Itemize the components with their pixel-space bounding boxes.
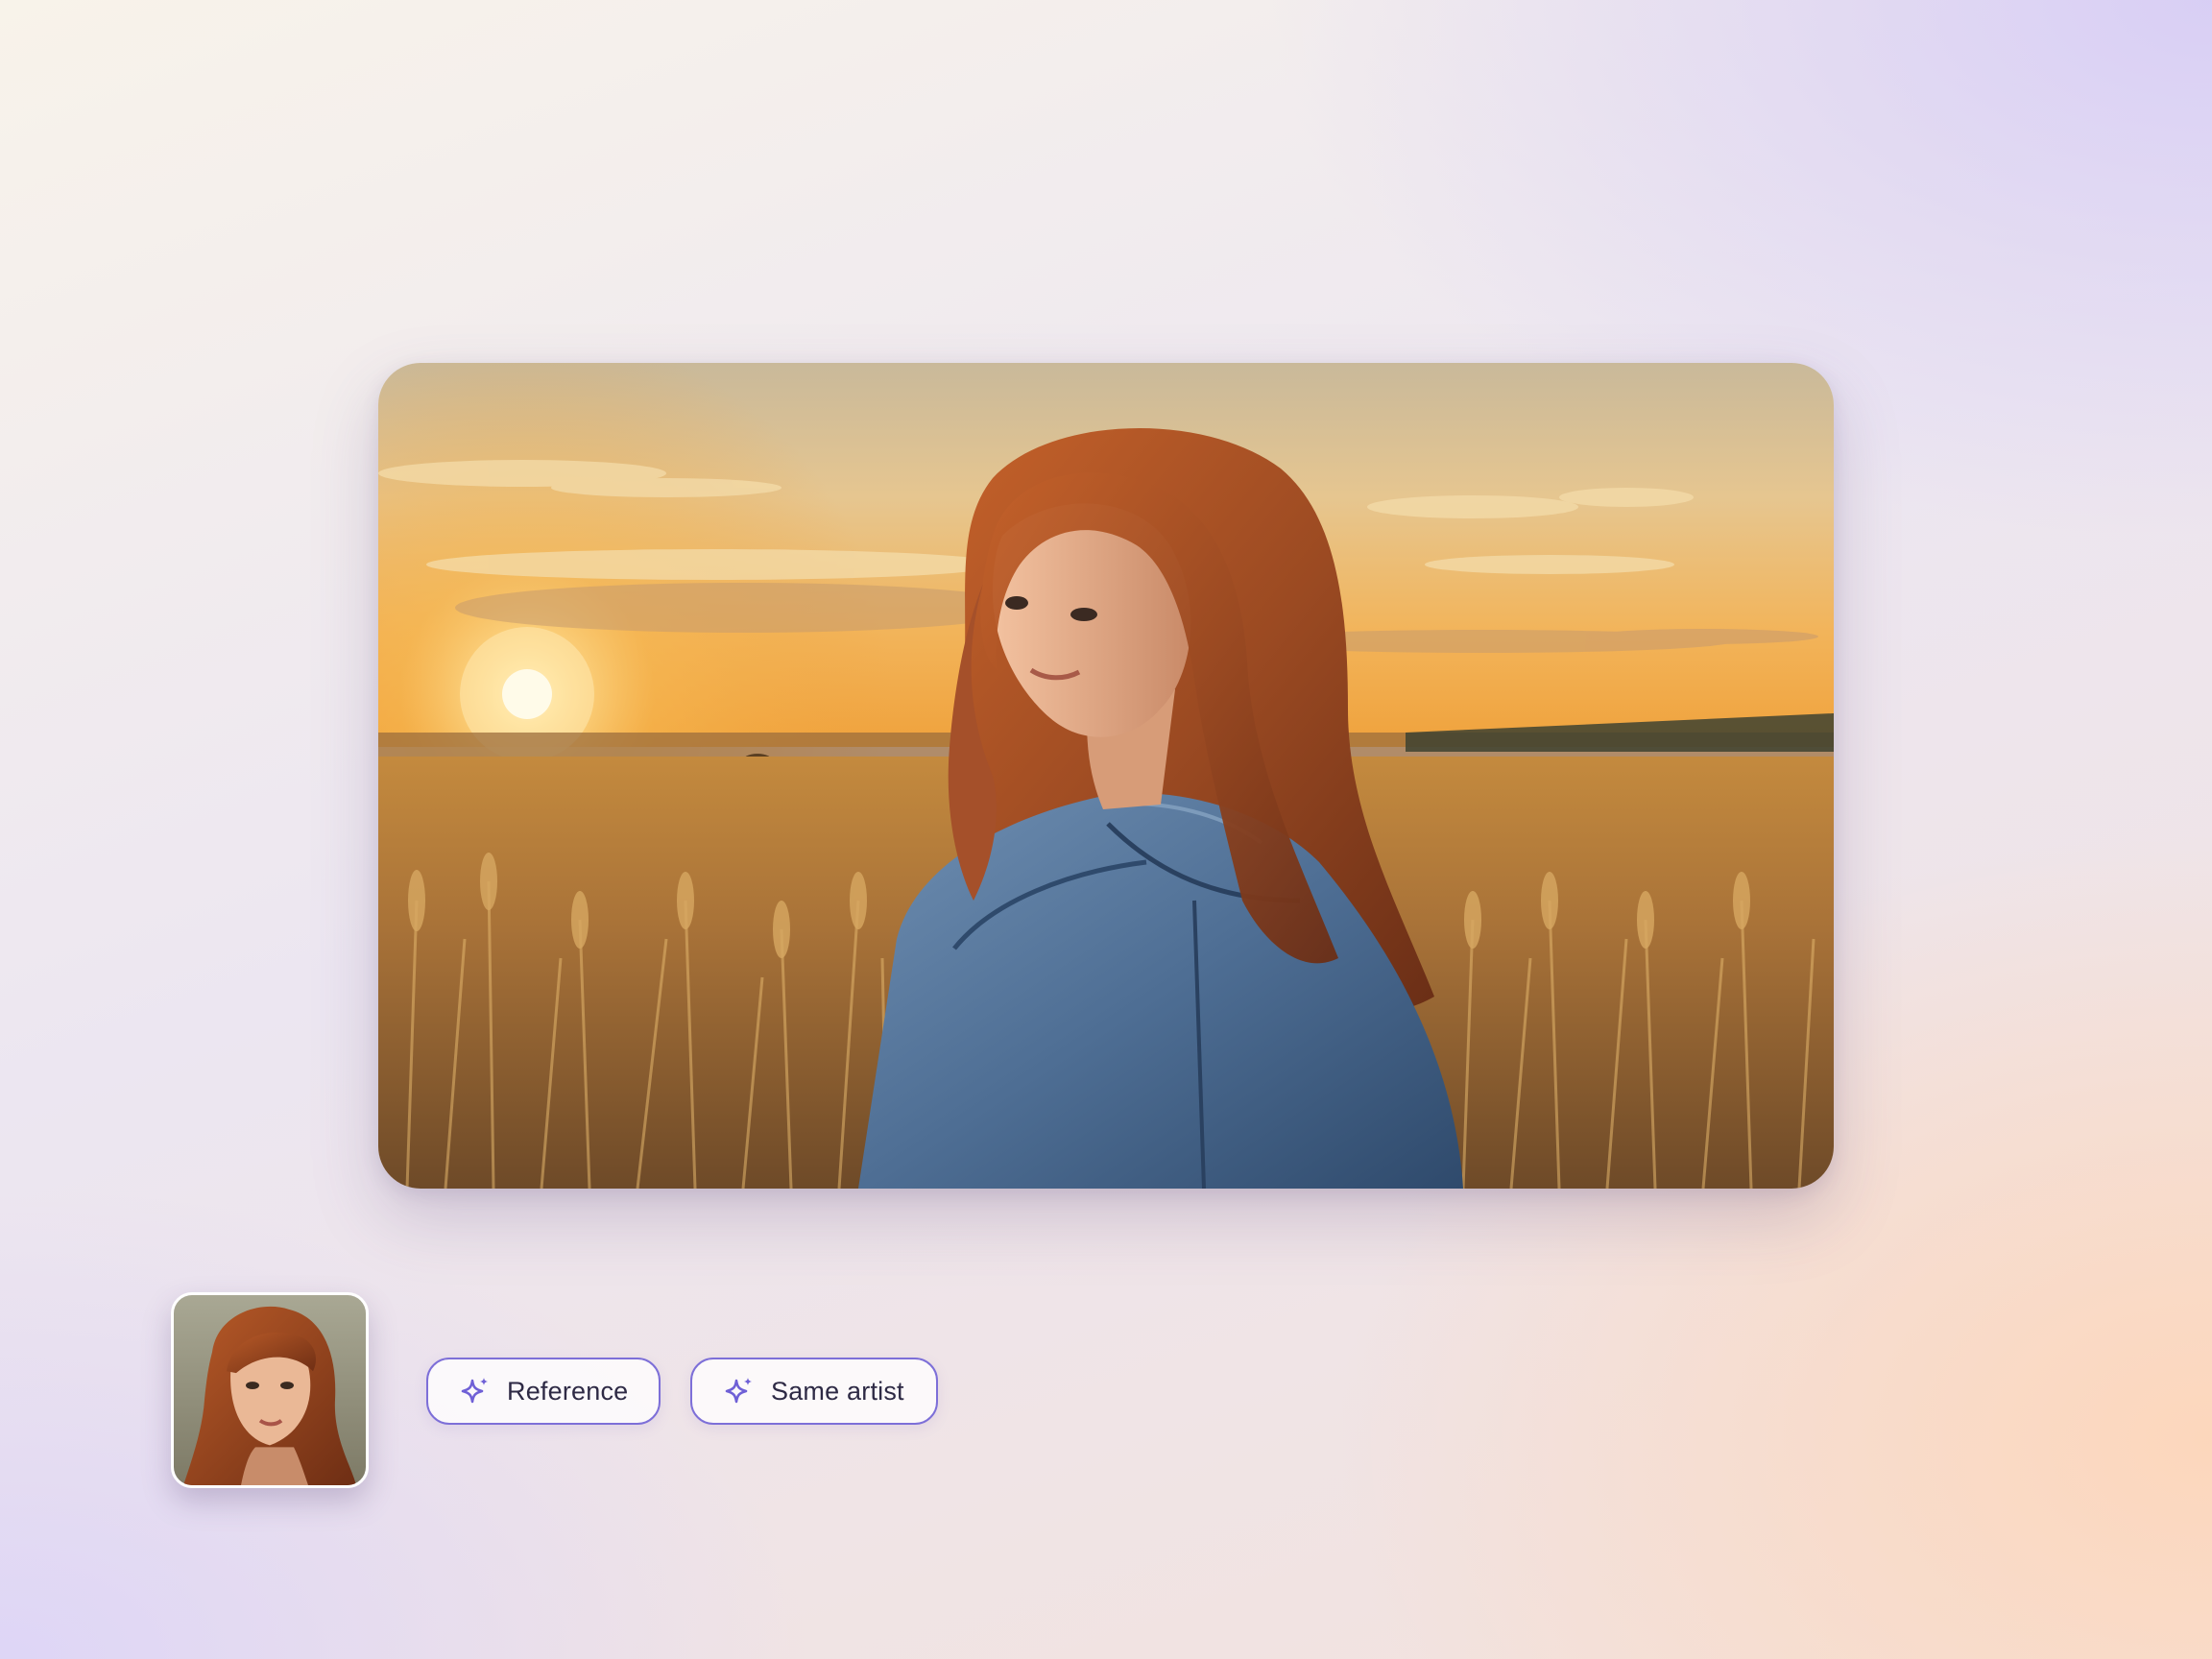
sparkle-icon [723, 1375, 756, 1407]
sparkle-icon [459, 1375, 492, 1407]
reference-thumbnail[interactable] [171, 1292, 369, 1488]
reference-button[interactable]: Reference [426, 1358, 661, 1425]
same-artist-button-label: Same artist [771, 1376, 904, 1406]
reference-thumbnail-image [174, 1295, 366, 1485]
main-image-card[interactable] [378, 363, 1834, 1189]
same-artist-button[interactable]: Same artist [690, 1358, 938, 1425]
main-image [378, 363, 1834, 1189]
reference-button-label: Reference [507, 1376, 629, 1406]
